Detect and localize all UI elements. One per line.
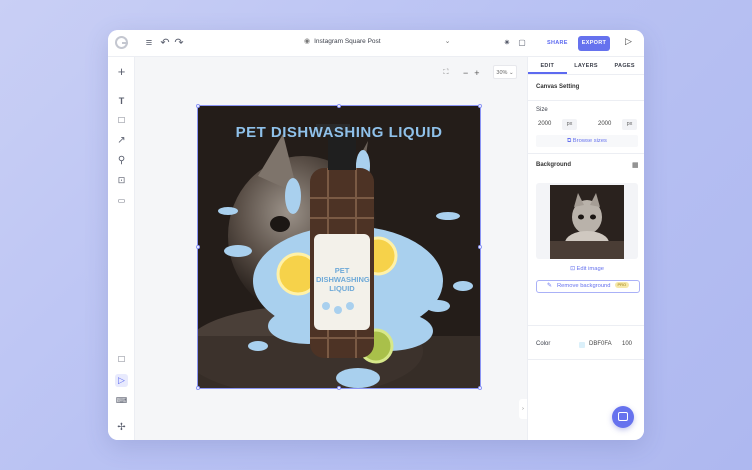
undo-icon[interactable]: ↶: [158, 36, 172, 50]
background-thumbnail-frame[interactable]: [536, 183, 638, 259]
right-panel: EDIT LAYERS PAGES Canvas Setting Size 20…: [527, 57, 644, 440]
add-element-icon[interactable]: +: [115, 65, 128, 78]
divider: [528, 153, 644, 154]
browse-sizes-label: Browse sizes: [572, 138, 607, 144]
color-opacity-input[interactable]: 100: [622, 338, 636, 351]
magic-tool-icon[interactable]: ✢: [115, 421, 128, 434]
keyboard-icon[interactable]: ⌨: [115, 394, 128, 407]
tab-edit[interactable]: EDIT: [528, 57, 567, 74]
resize-handle-br[interactable]: [478, 386, 482, 390]
present-play-icon[interactable]: ▷: [625, 36, 632, 47]
zoom-level-select[interactable]: 30% ⌄: [493, 65, 517, 79]
resize-handle-l[interactable]: [196, 245, 200, 249]
edit-image-button[interactable]: ⊡ Edit image: [536, 263, 638, 275]
brush-tool-icon[interactable]: ⚲: [115, 154, 128, 167]
tab-layers[interactable]: LAYERS: [567, 57, 606, 74]
export-button[interactable]: EXPORT: [578, 36, 610, 51]
canvas-area: ⛶ − + 30% ⌄ PET DISHWASHING LIQUID PET D…: [135, 57, 527, 440]
resize-handle-r[interactable]: [478, 245, 482, 249]
top-bar: ≡ ↶ ↷ ◉ Instagram Square Post ⌄ ✷ ▢ SHAR…: [108, 30, 644, 57]
canvas-setting-title: Canvas Setting: [536, 84, 580, 90]
collapse-panel-tab[interactable]: ›: [519, 399, 527, 419]
bottle-label-line3: LIQUID: [329, 284, 355, 293]
image-tool-icon[interactable]: ⊡: [115, 174, 128, 187]
text-tool-icon[interactable]: T: [115, 95, 128, 108]
document-title[interactable]: ◉ Instagram Square Post ⌄: [304, 37, 451, 46]
color-hex-input[interactable]: DBF0FA: [589, 338, 619, 351]
divider: [528, 325, 644, 326]
background-thumbnail-image: [550, 185, 624, 259]
divider: [528, 100, 644, 101]
color-label: Color: [536, 341, 551, 347]
left-toolbar: + T □ ↗ ⚲ ⊡ ▭ □ ▷ ⌨ ✢: [108, 57, 135, 440]
select-tool-icon[interactable]: ▷: [115, 374, 128, 387]
browse-sizes-button[interactable]: ⧉ Browse sizes: [536, 135, 638, 147]
kitten-eye-left: [270, 216, 290, 232]
width-unit: px: [562, 119, 577, 130]
background-title: Background: [536, 162, 572, 168]
editor-window: ≡ ↶ ↷ ◉ Instagram Square Post ⌄ ✷ ▢ SHAR…: [108, 30, 644, 440]
resize-handle-b[interactable]: [337, 386, 341, 390]
size-label: Size: [536, 107, 548, 113]
design-headline[interactable]: PET DISHWASHING LIQUID: [198, 124, 480, 141]
panel-tabs: EDIT LAYERS PAGES: [528, 57, 644, 75]
remove-background-label: Remove background: [557, 283, 611, 289]
hamburger-menu-icon[interactable]: ≡: [142, 36, 156, 50]
remove-background-button[interactable]: ✎ Remove background PRO: [536, 280, 640, 293]
zoom-controls: − +: [463, 65, 480, 80]
redo-icon[interactable]: ↷: [172, 36, 186, 50]
table-tool-icon[interactable]: ▭: [115, 194, 128, 207]
color-swatch[interactable]: [579, 342, 585, 348]
width-input[interactable]: 2000: [538, 118, 562, 131]
height-unit: px: [622, 119, 637, 130]
chat-icon: [618, 412, 628, 421]
background-thumbnail: [550, 185, 624, 259]
resize-handle-bl[interactable]: [196, 386, 200, 390]
magic-wand-icon: ✎: [547, 283, 552, 289]
fit-screen-icon[interactable]: ⛶: [439, 66, 453, 80]
pattern-grid-icon[interactable]: ▦: [632, 161, 639, 169]
comment-icon[interactable]: ▢: [515, 36, 529, 50]
resize-handle-tr[interactable]: [478, 104, 482, 108]
chevron-down-icon[interactable]: ⌄: [445, 37, 451, 45]
tab-pages[interactable]: PAGES: [605, 57, 644, 74]
edit-image-label: Edit image: [576, 266, 604, 272]
pro-badge: PRO: [614, 282, 630, 289]
zoom-in-button[interactable]: +: [474, 68, 479, 78]
height-input[interactable]: 2000: [598, 118, 622, 131]
chat-support-button[interactable]: [612, 406, 634, 428]
frame-tool-icon[interactable]: □: [115, 353, 128, 366]
line-tool-icon[interactable]: ↗: [115, 134, 128, 147]
document-title-text: Instagram Square Post: [314, 37, 381, 45]
app-logo-icon[interactable]: [115, 36, 128, 49]
zoom-level-value: 30%: [496, 70, 508, 76]
bottle-label-line1: PET: [334, 266, 350, 275]
visibility-icon: ◉: [304, 38, 311, 45]
design-artwork: [198, 106, 480, 388]
bottle-label: PET DISHWASHING LIQUID: [316, 266, 370, 293]
share-button[interactable]: SHARE: [542, 36, 573, 51]
divider: [528, 359, 644, 360]
resize-handle-tl[interactable]: [196, 104, 200, 108]
design-canvas[interactable]: PET DISHWASHING LIQUID PET DISHWASHING L…: [197, 105, 481, 389]
resize-handle-t[interactable]: [337, 104, 341, 108]
shape-tool-icon[interactable]: □: [115, 114, 128, 127]
theme-toggle-icon[interactable]: ✷: [500, 36, 514, 50]
bottle-label-line2: DISHWASHING: [316, 275, 370, 284]
zoom-out-button[interactable]: −: [463, 68, 468, 78]
